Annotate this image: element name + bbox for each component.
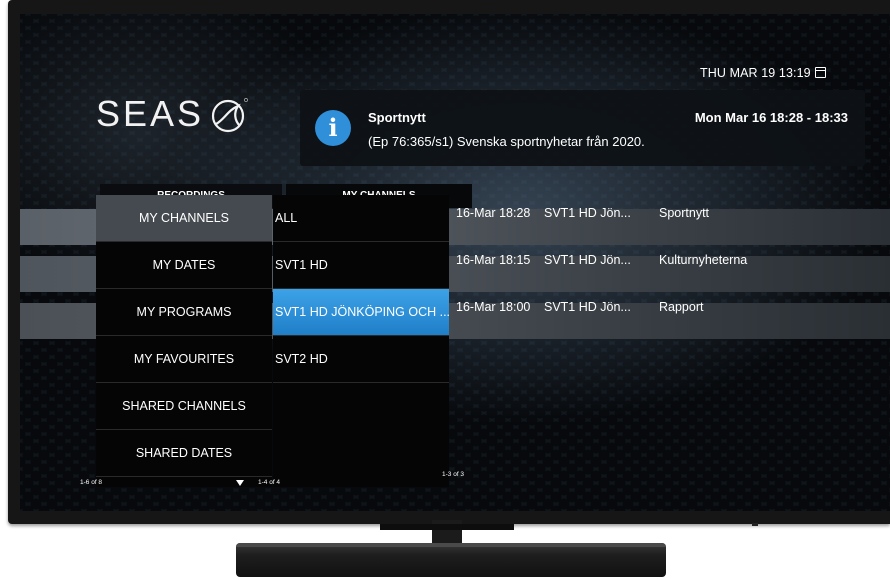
category-pagination: 1-6 of 8 bbox=[80, 479, 103, 486]
recording-channel: SVT1 HD Jön... bbox=[544, 300, 631, 314]
category-item-my-channels[interactable]: MY CHANNELS bbox=[96, 195, 272, 242]
category-list: MY CHANNELS MY DATES MY PROGRAMS MY FAVO… bbox=[96, 195, 272, 487]
category-item-shared-channels[interactable]: SHARED CHANNELS bbox=[96, 383, 272, 430]
category-item-shared-dates[interactable]: SHARED DATES bbox=[96, 430, 272, 477]
clock-text: THU MAR 19 13:19 bbox=[700, 66, 811, 80]
program-time: Mon Mar 16 18:28 - 18:33 bbox=[694, 110, 848, 125]
recording-title: Rapport bbox=[659, 300, 704, 314]
recordings-pagination: 1-3 of 3 bbox=[442, 471, 465, 478]
recording-title: Kulturnyheterna bbox=[659, 253, 748, 267]
category-item-my-dates[interactable]: MY DATES bbox=[96, 242, 272, 289]
recording-date: 16-Mar 18:15 bbox=[456, 253, 531, 267]
calendar-icon bbox=[814, 67, 826, 78]
channel-pagination: 1-4 of 4 bbox=[258, 479, 281, 486]
info-icon: i bbox=[315, 110, 351, 146]
tv-stand-shadow bbox=[380, 524, 514, 530]
logo-wave-icon bbox=[211, 98, 248, 133]
recording-title: Sportnytt bbox=[659, 206, 710, 220]
channel-item-all[interactable]: ALL bbox=[273, 195, 449, 242]
channel-item-svt2-hd[interactable]: SVT2 HD bbox=[273, 336, 449, 383]
program-info-popup: i Sportnytt (Ep 76:365/s1) Svenska sport… bbox=[300, 90, 865, 166]
channel-list: ALL SVT1 HD SVT1 HD JÖNKÖPING OCH ... SV… bbox=[273, 195, 449, 487]
channel-item-svt1-hd[interactable]: SVT1 HD bbox=[273, 242, 449, 289]
clock: THU MAR 19 13:19 bbox=[700, 66, 826, 80]
logo-text: SEAS bbox=[96, 93, 205, 134]
recording-date: 16-Mar 18:28 bbox=[456, 206, 531, 220]
tv-stand-base bbox=[236, 543, 666, 577]
recording-channel: SVT1 HD Jön... bbox=[544, 253, 631, 267]
recording-channel: SVT1 HD Jön... bbox=[544, 206, 631, 220]
logo: SEAS bbox=[96, 93, 250, 134]
tv-stand-base-highlight bbox=[236, 543, 666, 547]
scroll-down-icon[interactable] bbox=[236, 480, 244, 486]
program-title: Sportnytt bbox=[368, 110, 426, 125]
category-item-my-favourites[interactable]: MY FAVOURITES bbox=[96, 336, 272, 383]
tv-power-led bbox=[752, 523, 758, 526]
channel-item-svt1-hd-jonkoping[interactable]: SVT1 HD JÖNKÖPING OCH ... bbox=[273, 289, 449, 336]
tv-screen: THU MAR 19 13:19 SEAS i Sportnytt (Ep 76… bbox=[20, 14, 890, 511]
category-item-my-programs[interactable]: MY PROGRAMS bbox=[96, 289, 272, 336]
recording-date: 16-Mar 18:00 bbox=[456, 300, 531, 314]
program-description: (Ep 76:365/s1) Svenska sportnyhetar från… bbox=[368, 134, 645, 149]
